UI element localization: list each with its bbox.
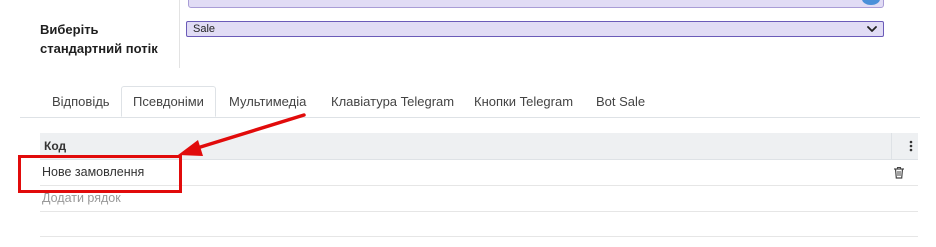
- header-divider: [891, 133, 892, 159]
- kebab-menu-icon[interactable]: [909, 139, 913, 153]
- form-column-divider: [179, 0, 180, 68]
- chevron-down-icon: [867, 26, 877, 32]
- tabs-baseline: [20, 117, 920, 118]
- default-stream-select-value: Sale: [193, 23, 216, 35]
- annotation-highlight-box: [18, 155, 182, 193]
- tab-reply[interactable]: Відповідь: [52, 86, 110, 117]
- default-stream-select[interactable]: Sale: [186, 21, 884, 37]
- tab-telegram-buttons[interactable]: Кнопки Telegram: [474, 86, 573, 117]
- row-divider: [40, 236, 918, 237]
- top-select-partial[interactable]: [188, 0, 884, 8]
- tab-telegram-keyboard[interactable]: Клавіатура Telegram: [331, 86, 454, 117]
- row-divider: [40, 211, 918, 212]
- tab-bot-sale[interactable]: Bot Sale: [596, 86, 645, 117]
- default-stream-label: Виберіть стандартний потік: [40, 22, 158, 56]
- tab-aliases[interactable]: Псевдоніми: [121, 86, 216, 117]
- trash-icon[interactable]: [893, 166, 905, 179]
- tab-multimedia[interactable]: Мультимедіа: [229, 86, 306, 117]
